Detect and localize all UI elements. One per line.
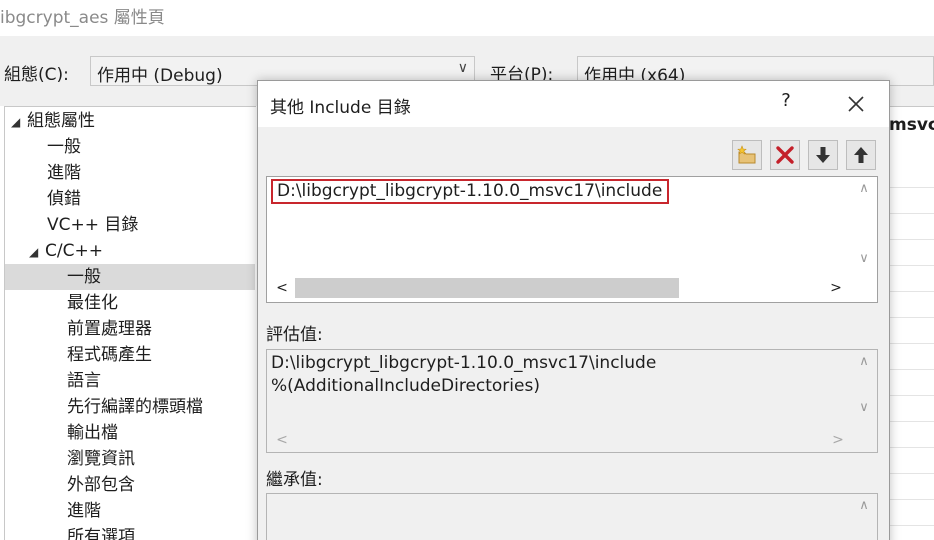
inherited-value-box: ∧ bbox=[266, 493, 878, 540]
grid-row-divider bbox=[887, 499, 934, 500]
scroll-down-icon[interactable]: ∨ bbox=[851, 400, 877, 424]
grid-row-divider bbox=[887, 525, 934, 526]
property-tree: ◢ 組態屬性 一般 進階 偵錯 VC++ 目錄 ◢ C/C++ 一般 最佳化 前置處… bbox=[4, 106, 256, 540]
scroll-right-icon[interactable]: > bbox=[825, 428, 851, 452]
help-button[interactable]: ? bbox=[774, 90, 798, 118]
scroll-left-icon[interactable]: < bbox=[269, 428, 295, 452]
grid-row-divider bbox=[887, 213, 934, 214]
scroll-right-icon[interactable]: > bbox=[823, 276, 849, 300]
close-button[interactable] bbox=[838, 90, 874, 118]
scroll-up-icon[interactable]: ∧ bbox=[851, 354, 877, 378]
delete-icon bbox=[776, 146, 794, 164]
list-item[interactable]: D:\libgcrypt_libgcrypt-1.10.0_msvc17\inc… bbox=[271, 179, 669, 204]
grid-row-divider bbox=[887, 395, 934, 396]
tree-item-c-cpp-advanced[interactable]: 進階 bbox=[67, 498, 101, 524]
tree-item-precompiled-headers[interactable]: 先行編譯的標頭檔 bbox=[67, 394, 203, 420]
evaluated-value-label: 評估值: bbox=[266, 325, 323, 345]
collapse-triangle-icon[interactable]: ◢ bbox=[29, 239, 45, 265]
property-grid: msvc bbox=[887, 106, 934, 540]
grid-row-divider bbox=[887, 265, 934, 266]
move-down-button[interactable] bbox=[808, 140, 838, 170]
grid-row-divider bbox=[887, 239, 934, 240]
evaluated-line: D:\libgcrypt_libgcrypt-1.10.0_msvc17\inc… bbox=[271, 353, 657, 373]
tree-item-browse-information[interactable]: 瀏覽資訊 bbox=[67, 446, 135, 472]
tree-item-output-files[interactable]: 輸出檔 bbox=[67, 420, 118, 446]
tree-item-vc-directories[interactable]: VC++ 目錄 bbox=[47, 212, 138, 238]
tree-item-debugging[interactable]: 偵錯 bbox=[47, 186, 81, 212]
list-horizontal-scrollbar[interactable]: < > bbox=[267, 276, 877, 300]
chevron-down-icon: ∨ bbox=[457, 60, 468, 76]
tree-item-code-generation[interactable]: 程式碼產生 bbox=[67, 342, 152, 368]
close-icon bbox=[848, 96, 864, 112]
move-up-icon bbox=[854, 147, 868, 163]
new-line-icon bbox=[737, 145, 756, 164]
grid-row-divider bbox=[887, 369, 934, 370]
scroll-down-icon[interactable]: ∨ bbox=[851, 251, 877, 275]
inherited-vertical-scrollbar[interactable]: ∧ bbox=[851, 494, 877, 540]
tree-item-c-cpp[interactable]: ◢ C/C++ bbox=[29, 238, 103, 264]
list-vertical-scrollbar[interactable]: ∧ ∨ bbox=[851, 177, 877, 276]
tree-item-c-cpp-general[interactable]: 一般 bbox=[5, 264, 255, 290]
window-title: ibgcrypt_aes 屬性頁 bbox=[0, 0, 934, 36]
dialog-titlebar: 其他 Include 目錄 ? bbox=[258, 81, 889, 127]
tree-item-config-properties[interactable]: ◢ 組態屬性 bbox=[11, 108, 95, 134]
evaluated-vertical-scrollbar[interactable]: ∧ ∨ bbox=[851, 350, 877, 428]
tree-item-general[interactable]: 一般 bbox=[47, 134, 81, 160]
move-down-icon bbox=[816, 147, 830, 163]
evaluated-horizontal-scrollbar[interactable]: < > bbox=[267, 428, 851, 452]
evaluated-value-box: D:\libgcrypt_libgcrypt-1.10.0_msvc17\inc… bbox=[266, 349, 878, 453]
grid-row-divider bbox=[887, 291, 934, 292]
inherited-value-label: 繼承值: bbox=[266, 470, 323, 490]
collapse-triangle-icon[interactable]: ◢ bbox=[11, 109, 27, 135]
new-line-button[interactable] bbox=[732, 140, 762, 170]
tree-item-advanced[interactable]: 進階 bbox=[47, 160, 81, 186]
grid-cut-text: msvc bbox=[889, 115, 934, 135]
grid-row-divider bbox=[887, 343, 934, 344]
configuration-value: 作用中 (Debug) bbox=[97, 66, 223, 86]
scroll-up-icon[interactable]: ∧ bbox=[851, 498, 877, 522]
dialog-title: 其他 Include 目錄 bbox=[270, 98, 411, 118]
scroll-thumb[interactable] bbox=[295, 278, 679, 298]
tree-item-external-includes[interactable]: 外部包含 bbox=[67, 472, 135, 498]
scroll-left-icon[interactable]: < bbox=[269, 276, 295, 300]
include-directories-list[interactable]: D:\libgcrypt_libgcrypt-1.10.0_msvc17\inc… bbox=[266, 176, 878, 303]
delete-line-button[interactable] bbox=[770, 140, 800, 170]
grid-row-divider bbox=[887, 421, 934, 422]
tree-item-optimization[interactable]: 最佳化 bbox=[67, 290, 118, 316]
evaluated-line: %(AdditionalIncludeDirectories) bbox=[271, 376, 540, 396]
grid-row-divider bbox=[887, 317, 934, 318]
configuration-label: 組態(C): bbox=[4, 65, 69, 85]
tree-item-all-options[interactable]: 所有選項 bbox=[67, 524, 135, 540]
tree-item-preprocessor[interactable]: 前置處理器 bbox=[67, 316, 152, 342]
include-directories-dialog: 其他 Include 目錄 ? D:\libgcrypt_libgcrypt-1… bbox=[257, 80, 890, 540]
grid-row-divider bbox=[887, 447, 934, 448]
scroll-up-icon[interactable]: ∧ bbox=[851, 181, 877, 205]
grid-row-divider bbox=[887, 187, 934, 188]
tree-item-language[interactable]: 語言 bbox=[67, 368, 101, 394]
grid-row-divider bbox=[887, 473, 934, 474]
move-up-button[interactable] bbox=[846, 140, 876, 170]
